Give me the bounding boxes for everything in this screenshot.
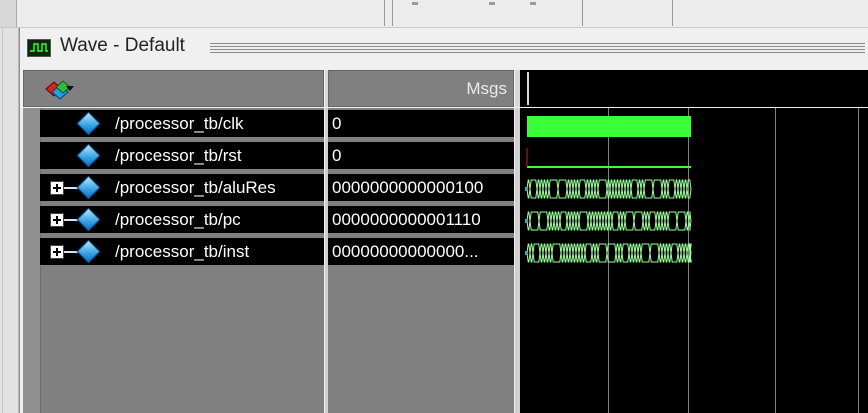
top-divider [582, 0, 583, 26]
signal-row[interactable]: /processor_tb/aluRes [40, 174, 324, 203]
waveform-inst[interactable] [520, 238, 868, 267]
signal-row[interactable]: /processor_tb/clk [40, 110, 324, 139]
waveform-pc[interactable] [520, 206, 868, 235]
signal-value: 0 [332, 146, 342, 165]
bus-trace [526, 243, 692, 263]
wave-window: Wave - Default Msgs /processor_tb/clk /p… [19, 28, 868, 413]
signal-diamond-icon [76, 111, 101, 136]
bus-trace [526, 179, 692, 199]
signal-name: /processor_tb/inst [115, 242, 250, 261]
signal-value-row[interactable]: 0000000000001110 [328, 206, 514, 235]
expand-plus-icon[interactable] [50, 245, 64, 259]
msgs-column-header: Msgs [328, 70, 514, 107]
signal-row[interactable]: /processor_tb/rst [40, 142, 324, 171]
top-toolbar-strip [0, 0, 868, 28]
signal-diamond-icon [76, 207, 101, 232]
names-gutter [23, 108, 41, 413]
signal-name: /processor_tb/aluRes [115, 178, 276, 197]
top-left-strip [0, 0, 17, 27]
signal-row[interactable]: /processor_tb/inst [40, 238, 324, 267]
msgs-header-label: Msgs [466, 79, 507, 98]
top-toolbar-mark [412, 2, 418, 5]
waveform-rst[interactable] [520, 142, 868, 171]
signal-value: 00000000000000... [332, 242, 479, 261]
bus-start-marker [525, 251, 527, 255]
bus-start-marker [525, 187, 527, 191]
signal-value-row[interactable]: 0000000000000100 [328, 174, 514, 203]
top-toolbar-mark [489, 2, 495, 5]
signal-values-pane: 0 0 0000000000000100 0000000000001110 000000… [328, 108, 514, 413]
chevron-down-icon[interactable] [66, 86, 74, 91]
signal-diamond-icon [76, 143, 101, 168]
expand-plus-icon[interactable] [50, 181, 64, 195]
signal-diamond-icon [76, 175, 101, 200]
wave-title-bar[interactable]: Wave - Default [20, 28, 868, 70]
signal-value: 0 [332, 114, 342, 133]
bus-trace [526, 211, 692, 231]
cursor-marker[interactable] [527, 72, 529, 105]
signal-names-pane: /processor_tb/clk/processor_tb/rst/proce… [23, 108, 324, 413]
top-divider [392, 0, 393, 26]
left-dock-strip [0, 28, 19, 413]
signal-value: 0000000000000100 [332, 178, 484, 197]
signal-value-row[interactable]: 0 [328, 142, 514, 171]
wave-window-title: Wave - Default [60, 35, 185, 56]
names-column-header [23, 70, 324, 107]
signal-value: 0000000000001110 [332, 210, 481, 229]
wave-window-icon [27, 39, 51, 57]
column-header-row: Msgs [23, 70, 868, 107]
expand-plus-icon[interactable] [50, 213, 64, 227]
waveform-clk[interactable] [520, 110, 868, 139]
signal-name: /processor_tb/clk [115, 114, 244, 133]
signal-value-row[interactable]: 0 [328, 110, 514, 139]
wave-body: /processor_tb/clk/processor_tb/rst/proce… [23, 108, 868, 413]
top-divider [672, 0, 673, 26]
top-toolbar-mark [530, 2, 536, 5]
title-drag-grip[interactable] [210, 43, 865, 53]
clock-trace [527, 116, 691, 137]
bus-start-marker [525, 219, 527, 223]
signal-row[interactable]: /processor_tb/pc [40, 206, 324, 235]
signal-name: /processor_tb/pc [115, 210, 241, 229]
waveform-aluRes[interactable] [520, 174, 868, 203]
signal-name: /processor_tb/rst [115, 146, 242, 165]
top-divider [384, 0, 385, 26]
signal-diamond-icon [76, 239, 101, 264]
wave-time-ruler[interactable] [520, 70, 868, 107]
waveform-pane[interactable] [520, 108, 868, 413]
signal-value-row[interactable]: 00000000000000... [328, 238, 514, 267]
